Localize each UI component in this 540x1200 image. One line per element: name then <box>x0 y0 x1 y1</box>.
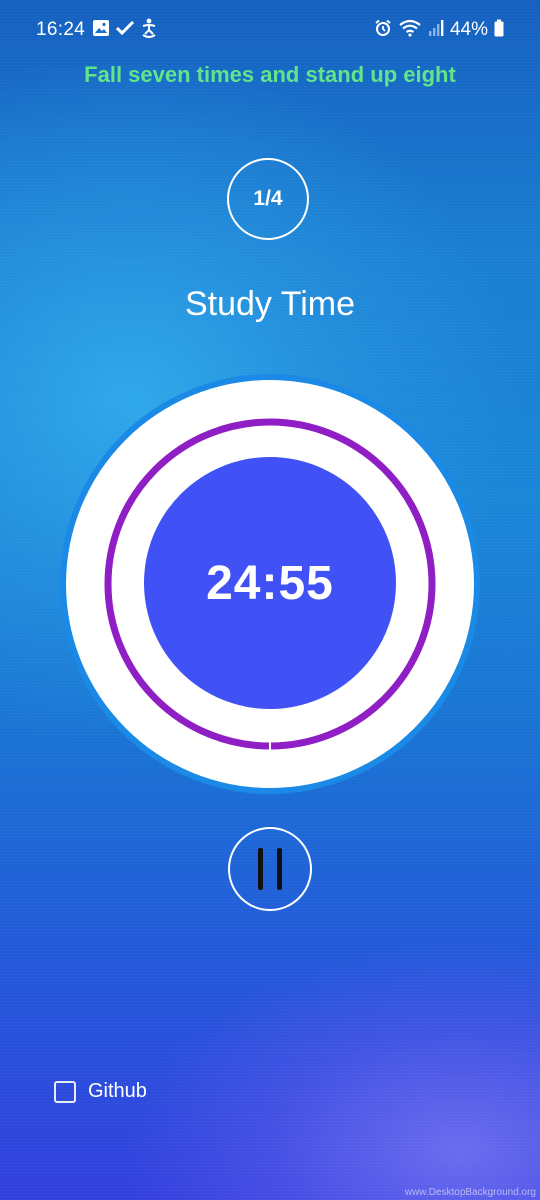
wifi-icon <box>398 19 422 41</box>
status-icons-left <box>92 18 158 42</box>
timer-remaining: 24:55 <box>206 556 334 610</box>
github-option[interactable]: Github <box>54 1080 147 1103</box>
github-label: Github <box>88 1080 147 1102</box>
round-counter: 1/4 <box>227 158 309 240</box>
round-counter-label: 1/4 <box>253 187 283 210</box>
battery-percent: 44% <box>449 19 488 40</box>
accessibility-icon <box>140 18 158 42</box>
status-time: 16:24 <box>36 19 86 40</box>
pause-icon-bar-left <box>258 848 263 890</box>
motivational-quote: Fall seven times and stand up eight <box>84 62 456 87</box>
alarm-icon <box>374 19 392 41</box>
battery-icon <box>494 19 504 41</box>
check-icon <box>115 19 135 41</box>
status-icons-right: 44% <box>374 19 504 41</box>
watermark: www.DesktopBackground.org <box>404 1187 536 1198</box>
timer-display: 24:55 <box>144 457 396 709</box>
status-bar: 16:24 44% <box>0 0 540 60</box>
pause-button[interactable] <box>228 827 312 911</box>
github-checkbox[interactable] <box>54 1080 76 1103</box>
signal-icon <box>428 19 444 41</box>
pause-icon-bar-right <box>277 848 282 890</box>
session-title: Study Time <box>184 285 356 323</box>
image-icon <box>92 19 110 41</box>
